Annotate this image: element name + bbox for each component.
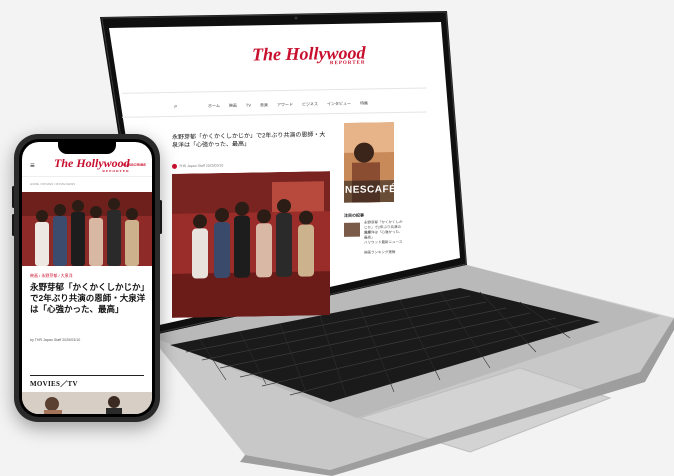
laptop-side-title: 注目の記事	[344, 212, 364, 218]
smartphone: ≡ The Hollywood REPORTER SUBSCRIBE HOME /…	[14, 134, 160, 422]
phone-site-logo[interactable]: The Hollywood REPORTER	[54, 156, 130, 173]
phone-article-headline[interactable]: 永野芽郁「かくかくしかじか」で2年ぶり共演の恩師・大泉洋は「心強かった、最高」	[30, 282, 146, 315]
phone-bezel: ≡ The Hollywood REPORTER SUBSCRIBE HOME /…	[19, 139, 155, 417]
breadcrumb[interactable]: HOME / MOVIES / MOVIE NEWS	[30, 182, 75, 186]
phone-article-photo[interactable]	[22, 192, 152, 266]
nav-item[interactable]: ビジネス	[302, 101, 318, 107]
phone-notch	[58, 142, 116, 154]
laptop-site-logo[interactable]: The Hollywood REPORTER	[252, 43, 366, 68]
phone-screen: ≡ The Hollywood REPORTER SUBSCRIBE HOME /…	[22, 142, 152, 414]
nav-item[interactable]: インタビュー	[327, 101, 351, 107]
laptop-article-photo[interactable]	[172, 171, 330, 318]
laptop-side-item[interactable]: 映画ランキング速報	[364, 250, 404, 256]
nav-item[interactable]: 映画	[229, 103, 237, 109]
laptop-camera	[294, 16, 298, 20]
section-heading[interactable]: MOVIES／TV	[30, 379, 78, 389]
nav-item[interactable]: TV	[246, 103, 251, 109]
laptop-side-thumb[interactable]	[344, 222, 360, 237]
laptop-article-headline[interactable]: 永野芽郁「かくかくしかじか」で2年ぶり共演の恩師・大泉洋は「心強かった、最高」	[172, 131, 330, 150]
phone-header: ≡ The Hollywood REPORTER SUBSCRIBE	[22, 154, 152, 177]
laptop-side-item[interactable]: 大泉洋は「心強かった、最高」	[364, 230, 404, 241]
laptop-article-meta: THR Japan Staff 2025/03/10	[172, 163, 223, 169]
laptop-screen-content: The Hollywood REPORTER ⌕ ホーム 映画 TV 音楽 アワー…	[112, 29, 452, 335]
laptop-side-ad[interactable]: NESCAFÉ	[344, 122, 394, 203]
laptop-search-icon[interactable]: ⌕	[174, 104, 177, 111]
nav-item[interactable]: アワード	[277, 102, 293, 108]
laptop-side-item[interactable]: ハリウッド最新ニュース	[364, 240, 404, 246]
menu-icon[interactable]: ≡	[30, 161, 35, 170]
section-thumbnail[interactable]	[22, 392, 152, 414]
ad-brand-text: NESCAFÉ	[345, 184, 394, 196]
laptop-nav-rule-bottom	[122, 111, 427, 118]
article-byline: by THR Japan Staff 2025/03/10	[30, 338, 81, 342]
nav-item[interactable]: 特集	[360, 100, 368, 106]
laptop-nav: ホーム 映画 TV 音楽 アワード ビジネス インタビュー 特集	[208, 100, 368, 109]
nav-item[interactable]: ホーム	[208, 103, 220, 109]
product-mockup: The Hollywood REPORTER ⌕ ホーム 映画 TV 音楽 アワー…	[0, 0, 674, 476]
article-kicker[interactable]: 映画 / 永野芽郁 / 大泉洋	[30, 273, 73, 279]
subscribe-button[interactable]: SUBSCRIBE	[122, 162, 146, 167]
nav-item[interactable]: 音楽	[260, 102, 268, 108]
laptop-nav-rule	[122, 87, 427, 94]
section-rule	[30, 375, 144, 376]
